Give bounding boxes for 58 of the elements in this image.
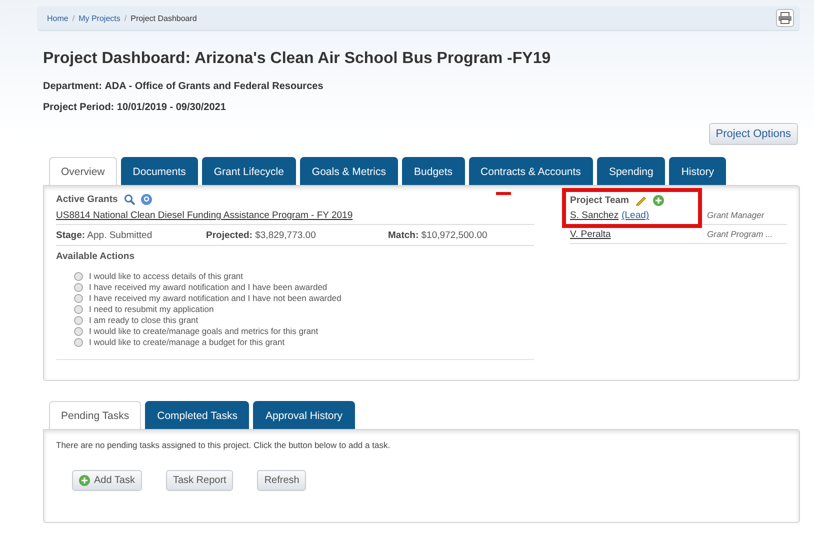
add-icon <box>79 475 90 486</box>
breadcrumb-current: Project Dashboard <box>130 14 197 22</box>
radio-button[interactable] <box>74 304 83 314</box>
department-text: Department: ADA - Office of Grants and Federal Resources <box>43 81 324 92</box>
tab[interactable]: Overview <box>49 157 117 186</box>
help-icon[interactable] <box>140 194 152 205</box>
option-label: I have received my award notification and I have not been awarded <box>89 293 342 303</box>
team-member-link[interactable]: S. Sanchez <box>570 210 619 221</box>
breadcrumb-link[interactable]: My Projects <box>78 14 120 22</box>
tab[interactable]: Contracts & Accounts <box>468 157 593 186</box>
page-title: Project Dashboard: Arizona's Clean Air School Bus Program -FY19 <box>43 50 552 68</box>
lead-link[interactable]: (Lead) <box>622 210 650 221</box>
option-label: I would like to create/manage a budget for this grant <box>89 337 285 347</box>
breadcrumb-separator: / <box>72 14 75 22</box>
option-label: I need to resubmit my application <box>89 304 214 314</box>
print-button[interactable] <box>776 9 794 27</box>
annotation-mark <box>496 192 511 195</box>
project-period-text: Project Period: 10/01/2019 - 09/30/2021 <box>43 102 227 113</box>
radio-button[interactable] <box>74 294 83 302</box>
team-role: Grant Program ... <box>707 229 774 240</box>
project-options-button[interactable]: Project Options <box>708 123 798 145</box>
option-label: I would like to access details of this grant <box>89 271 244 281</box>
stage-text: Stage: App. Submitted <box>56 230 154 241</box>
projected-text: Projected: $3,829,773.00 <box>206 230 317 241</box>
radio-button[interactable] <box>74 316 83 324</box>
tab[interactable]: Grant Lifecycle <box>202 157 296 186</box>
tab[interactable]: History <box>669 157 726 186</box>
match-text: Match: $10,972,500.00 <box>388 230 488 241</box>
tab[interactable]: Pending Tasks <box>49 401 142 430</box>
search-icon[interactable] <box>124 194 135 205</box>
section-heading: Available Actions <box>56 251 136 262</box>
option-label: I have received my award notification and I have been awarded <box>89 282 328 292</box>
tab[interactable]: Goals & Metrics <box>300 157 398 186</box>
tab[interactable]: Completed Tasks <box>145 401 250 430</box>
team-role: Grant Manager <box>707 210 766 221</box>
task-button[interactable]: Task Report <box>166 470 234 491</box>
tab[interactable]: Documents <box>120 157 198 186</box>
printer-icon <box>778 12 792 24</box>
radio-button[interactable] <box>74 282 83 292</box>
add-icon[interactable] <box>652 194 664 206</box>
tasks-message: There are no pending tasks assigned to this project. Click the button below to add a task. <box>56 440 392 450</box>
section-heading: Project Team <box>570 194 629 206</box>
radio-button[interactable] <box>74 326 83 336</box>
tab[interactable]: Budgets <box>402 157 465 186</box>
task-button[interactable]: Refresh <box>257 470 306 491</box>
tab[interactable]: Approval History <box>253 401 354 430</box>
grant-link[interactable]: US8814 National Clean Diesel Funding Assistance Program - FY 2019 <box>56 210 534 225</box>
option-label: I am ready to close this grant <box>89 315 198 325</box>
section-heading: Active Grants <box>56 194 118 205</box>
team-member-link[interactable]: V. Peralta <box>570 229 611 240</box>
option-label: I would like to create/manage goals and metrics for this grant <box>89 326 318 336</box>
pencil-icon[interactable] <box>634 194 647 206</box>
breadcrumb-link[interactable]: Home <box>47 14 68 22</box>
add-task-button[interactable]: Add Task <box>72 470 142 491</box>
radio-button[interactable] <box>74 272 83 280</box>
breadcrumb-separator: / <box>124 14 127 22</box>
radio-button[interactable] <box>74 338 83 346</box>
tab[interactable]: Spending <box>596 157 666 186</box>
